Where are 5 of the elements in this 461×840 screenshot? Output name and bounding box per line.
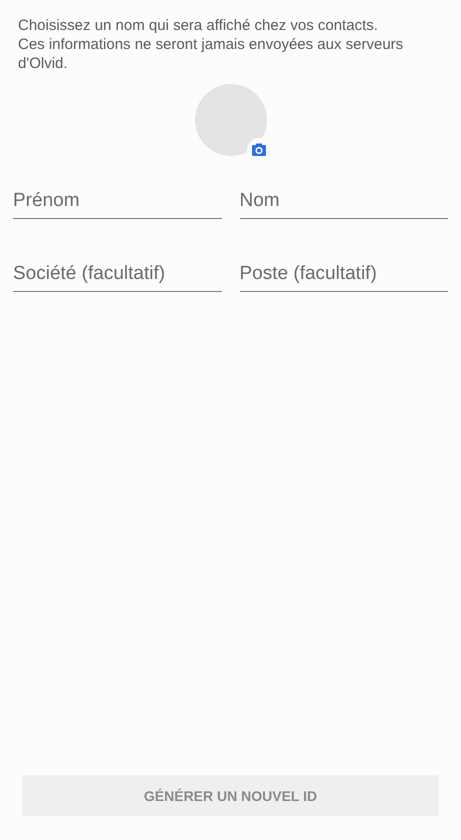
text-field[interactable]: Société (facultatif): [13, 259, 222, 292]
text-field[interactable]: Poste (facultatif): [240, 259, 448, 292]
text-field[interactable]: Prénom: [13, 186, 222, 219]
text-field[interactable]: Nom: [240, 186, 448, 219]
intro-text: Choisissez un nom qui sera affiché chez vos contacts. Ces informations ne seront jamais envoyées aux serveurs d'Olvid.: [18, 16, 404, 73]
